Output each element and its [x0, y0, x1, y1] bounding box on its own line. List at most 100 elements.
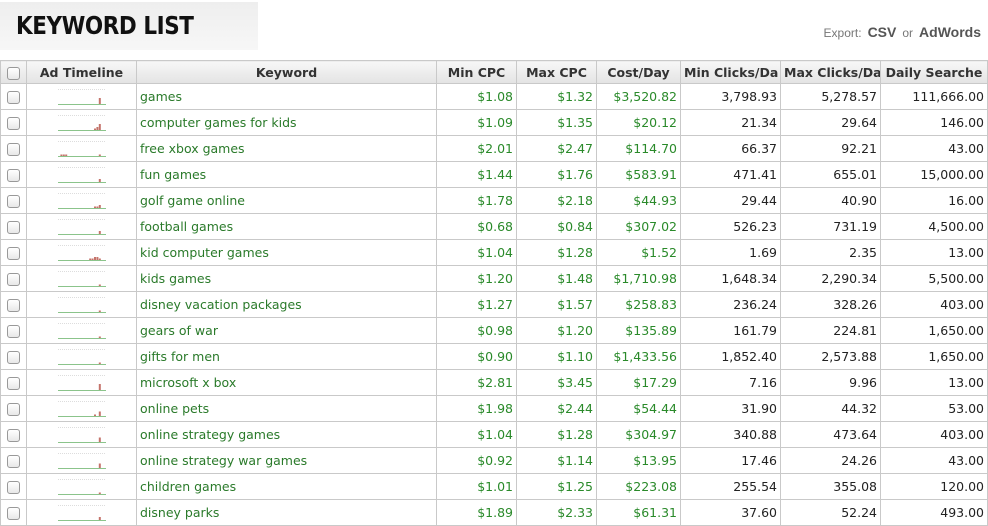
table-row[interactable]: online strategy games $1.04 $1.28 $304.97 34… — [0, 421, 988, 448]
row-checkbox[interactable] — [7, 455, 20, 468]
col-keyword[interactable]: Keyword — [136, 60, 437, 84]
ad-timeline-cell — [26, 317, 137, 344]
col-max-clicks[interactable]: Max Clicks/Da — [780, 60, 881, 84]
table-row[interactable]: free xbox games $2.01 $2.47 $114.70 66.37 92.… — [0, 135, 988, 162]
cost-day-cell: $304.97 — [596, 421, 681, 448]
export-adwords-link[interactable]: AdWords — [919, 24, 981, 40]
row-checkbox[interactable] — [7, 91, 20, 104]
ad-timeline-sparkline — [57, 374, 106, 391]
ad-timeline-cell — [26, 369, 137, 396]
table-row[interactable]: disney vacation packages $1.27 $1.57 $258.8… — [0, 291, 988, 318]
table-row[interactable]: fun games $1.44 $1.76 $583.91 471.41 655.01 15… — [0, 161, 988, 188]
keyword-cell[interactable]: golf game online — [136, 187, 437, 214]
row-checkbox[interactable] — [7, 377, 20, 390]
min-cpc-cell: $0.98 — [436, 317, 517, 344]
keyword-cell[interactable]: online pets — [136, 395, 437, 422]
keyword-cell[interactable]: free xbox games — [136, 135, 437, 162]
row-checkbox[interactable] — [7, 507, 20, 520]
max-clicks-cell: 2,573.88 — [780, 343, 881, 370]
keyword-cell[interactable]: computer games for kids — [136, 109, 437, 136]
keyword-cell[interactable]: games — [136, 83, 437, 110]
max-clicks-cell: 224.81 — [780, 317, 881, 344]
row-checkbox[interactable] — [7, 117, 20, 130]
page-title: KEYWORD LIST — [16, 11, 194, 40]
min-cpc-cell: $1.89 — [436, 499, 517, 526]
keyword-cell[interactable]: kid computer games — [136, 239, 437, 266]
row-checkbox[interactable] — [7, 143, 20, 156]
row-checkbox[interactable] — [7, 351, 20, 364]
select-all-checkbox[interactable] — [7, 66, 20, 80]
keyword-cell[interactable]: online strategy games — [136, 421, 437, 448]
max-cpc-cell: $1.14 — [516, 447, 597, 474]
daily-searches-cell: 120.00 — [880, 473, 988, 500]
daily-searches-cell: 1,650.00 — [880, 317, 988, 344]
row-checkbox[interactable] — [7, 247, 20, 260]
ad-timeline-sparkline — [57, 270, 106, 287]
col-min-clicks[interactable]: Min Clicks/Da — [680, 60, 781, 84]
row-checkbox[interactable] — [7, 273, 20, 286]
ad-timeline-sparkline — [57, 426, 106, 443]
col-min-cpc[interactable]: Min CPC — [436, 60, 517, 84]
table-row[interactable]: gears of war $0.98 $1.20 $135.89 161.79 224.8… — [0, 317, 988, 344]
daily-searches-cell: 403.00 — [880, 291, 988, 318]
sparkline-bar — [98, 463, 101, 468]
daily-searches-cell: 1,650.00 — [880, 343, 988, 370]
cost-day-cell: $3,520.82 — [596, 83, 681, 110]
ad-timeline-cell — [26, 447, 137, 474]
col-ad-timeline[interactable]: Ad Timeline — [26, 60, 137, 84]
row-checkbox-cell — [0, 161, 27, 188]
keyword-cell[interactable]: online strategy war games — [136, 447, 437, 474]
table-row[interactable]: golf game online $1.78 $2.18 $44.93 29.44 40.… — [0, 187, 988, 214]
sparkline-bar — [98, 97, 101, 104]
max-cpc-cell: $1.76 — [516, 161, 597, 188]
keyword-cell[interactable]: disney vacation packages — [136, 291, 437, 318]
row-checkbox-cell — [0, 265, 27, 292]
col-daily-searches[interactable]: Daily Searche — [880, 60, 988, 84]
keyword-cell[interactable]: kids games — [136, 265, 437, 292]
keyword-cell[interactable]: microsoft x box — [136, 369, 437, 396]
table-row[interactable]: kids games $1.20 $1.48 $1,710.98 1,648.34 2,2… — [0, 265, 988, 292]
keyword-cell[interactable]: disney parks — [136, 499, 437, 526]
row-checkbox[interactable] — [7, 299, 20, 312]
min-cpc-cell: $1.98 — [436, 395, 517, 422]
table-row[interactable]: games $1.08 $1.32 $3,520.82 3,798.93 5,278.57… — [0, 83, 988, 110]
max-clicks-cell: 5,278.57 — [780, 83, 881, 110]
max-clicks-cell: 355.08 — [780, 473, 881, 500]
table-row[interactable]: kid computer games $1.04 $1.28 $1.52 1.69 2.3… — [0, 239, 988, 266]
row-checkbox[interactable] — [7, 481, 20, 494]
row-checkbox[interactable] — [7, 195, 20, 208]
table-row[interactable]: football games $0.68 $0.84 $307.02 526.23 731… — [0, 213, 988, 240]
col-max-cpc[interactable]: Max CPC — [516, 60, 597, 84]
max-cpc-cell: $2.44 — [516, 395, 597, 422]
table-row[interactable]: computer games for kids $1.09 $1.35 $20.12 2… — [0, 109, 988, 136]
max-clicks-cell: 473.64 — [780, 421, 881, 448]
sparkline-bar — [98, 411, 101, 416]
table-row[interactable]: online pets $1.98 $2.44 $54.44 31.90 44.32 53.… — [0, 395, 988, 422]
keyword-cell[interactable]: football games — [136, 213, 437, 240]
table-row[interactable]: children games $1.01 $1.25 $223.08 255.54 355… — [0, 473, 988, 500]
table-row[interactable]: online strategy war games $0.92 $1.14 $13.9… — [0, 447, 988, 474]
max-clicks-cell: 9.96 — [780, 369, 881, 396]
table-row[interactable]: microsoft x box $2.81 $3.45 $17.29 7.16 9.96 1… — [0, 369, 988, 396]
max-clicks-cell: 655.01 — [780, 161, 881, 188]
col-cost-day[interactable]: Cost/Day — [596, 60, 681, 84]
max-cpc-cell: $2.18 — [516, 187, 597, 214]
header: KEYWORD LIST Export: CSV or AdWords — [0, 0, 988, 61]
keyword-cell[interactable]: fun games — [136, 161, 437, 188]
cost-day-cell: $135.89 — [596, 317, 681, 344]
row-checkbox[interactable] — [7, 325, 20, 338]
row-checkbox[interactable] — [7, 403, 20, 416]
table-row[interactable]: gifts for men $0.90 $1.10 $1,433.56 1,852.40… — [0, 343, 988, 370]
table-row[interactable]: disney parks $1.89 $2.33 $61.31 37.60 52.24 49… — [0, 499, 988, 526]
keyword-cell[interactable]: gifts for men — [136, 343, 437, 370]
row-checkbox[interactable] — [7, 169, 20, 182]
export-csv-link[interactable]: CSV — [868, 24, 897, 40]
min-cpc-cell: $1.08 — [436, 83, 517, 110]
row-checkbox[interactable] — [7, 429, 20, 442]
cost-day-cell: $1,433.56 — [596, 343, 681, 370]
cost-day-cell: $583.91 — [596, 161, 681, 188]
select-all-cell — [0, 60, 27, 84]
row-checkbox[interactable] — [7, 221, 20, 234]
keyword-cell[interactable]: children games — [136, 473, 437, 500]
keyword-cell[interactable]: gears of war — [136, 317, 437, 344]
